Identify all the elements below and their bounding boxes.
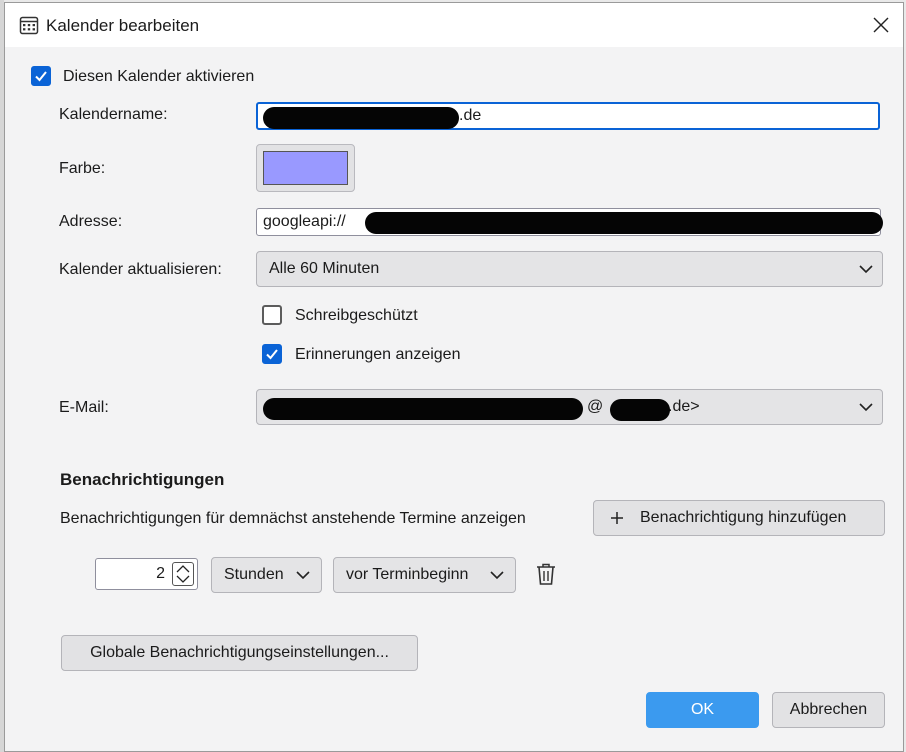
enable-calendar-checkbox[interactable]	[31, 66, 51, 86]
color-swatch	[263, 151, 348, 185]
window-title: Kalender bearbeiten	[46, 16, 200, 35]
close-button[interactable]	[869, 13, 893, 37]
refresh-interval-value: Alle 60 Minuten	[269, 260, 380, 277]
redaction-mark	[610, 399, 670, 421]
checkmark-icon	[35, 71, 47, 82]
global-notification-settings-label: Globale Benachrichtigungseinstellungen..…	[90, 644, 389, 661]
spinner-arrows[interactable]	[172, 562, 194, 586]
notification-amount-value: 2	[156, 565, 165, 582]
email-label: E-Mail:	[59, 399, 109, 416]
address-label: Adresse:	[59, 213, 123, 230]
notification-relation-value: vor Terminbeginn	[346, 566, 469, 583]
email-domain-suffix: .de>	[668, 398, 700, 415]
title-bar: Kalender bearbeiten	[5, 3, 903, 47]
calendar-name-label: Kalendername:	[59, 106, 168, 123]
chevron-down-icon	[859, 265, 873, 274]
show-reminders-checkbox[interactable]	[262, 344, 282, 364]
read-only-label[interactable]: Schreibgeschützt	[295, 307, 418, 325]
refresh-label: Kalender aktualisieren:	[59, 261, 222, 278]
refresh-interval-select[interactable]: Alle 60 Minuten	[256, 251, 883, 287]
redaction-mark	[365, 212, 883, 234]
notification-relation-select[interactable]: vor Terminbeginn	[333, 557, 516, 593]
edit-calendar-dialog: Kalender bearbeiten Diesen Kalender akti…	[4, 2, 904, 752]
ok-label: OK	[690, 701, 715, 718]
plus-icon	[611, 512, 623, 524]
add-notification-button[interactable]: Benachrichtigung hinzufügen	[593, 500, 885, 536]
trash-icon	[537, 563, 555, 585]
spinner-up-down-icon	[176, 565, 190, 583]
delete-notification-button[interactable]	[535, 562, 557, 591]
notifications-description: Benachrichtigungen für demnächst anstehe…	[60, 510, 526, 527]
add-notification-label: Benachrichtigung hinzufügen	[640, 509, 847, 526]
color-label: Farbe:	[59, 160, 106, 177]
calendar-name-value: .de	[459, 107, 482, 124]
address-value: googleapi://	[263, 213, 346, 230]
chevron-down-icon	[296, 571, 310, 580]
close-icon	[873, 17, 889, 33]
cancel-label: Abbrechen	[789, 701, 868, 718]
calendar-icon	[19, 15, 39, 40]
notification-unit-value: Stunden	[224, 566, 284, 583]
notifications-heading: Benachrichtigungen	[60, 470, 225, 489]
redaction-mark	[263, 398, 583, 420]
show-reminders-label[interactable]: Erinnerungen anzeigen	[295, 346, 460, 364]
notification-unit-select[interactable]: Stunden	[211, 557, 322, 593]
chevron-down-icon	[490, 571, 504, 580]
read-only-checkbox[interactable]	[262, 305, 282, 325]
color-picker-button[interactable]	[256, 144, 355, 192]
notification-amount-field[interactable]: 2	[95, 558, 198, 590]
redaction-mark	[263, 107, 459, 129]
cancel-button[interactable]: Abbrechen	[772, 692, 885, 728]
chevron-down-icon	[859, 403, 873, 412]
enable-calendar-label[interactable]: Diesen Kalender aktivieren	[63, 68, 254, 86]
checkmark-icon	[266, 349, 278, 360]
global-notification-settings-button[interactable]: Globale Benachrichtigungseinstellungen..…	[61, 635, 418, 671]
ok-button[interactable]: OK	[646, 692, 759, 728]
email-at-sign: @	[587, 398, 604, 415]
